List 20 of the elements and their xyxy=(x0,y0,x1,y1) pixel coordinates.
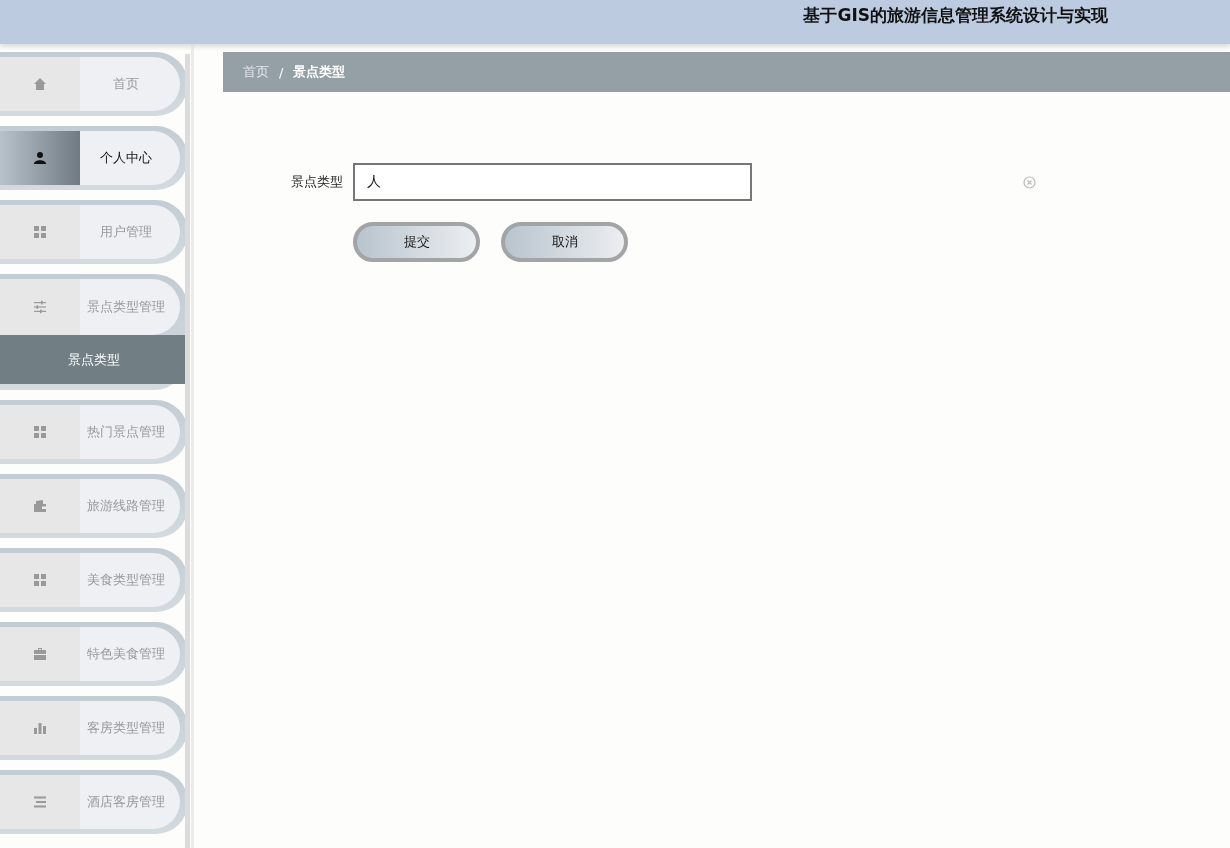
grid-icon xyxy=(33,225,47,239)
wallet-icon xyxy=(33,499,47,513)
breadcrumb-separator: / xyxy=(279,64,284,80)
submenu-item[interactable]: 景点类型 xyxy=(0,335,188,384)
breadcrumb-link[interactable]: 首页 xyxy=(243,63,269,81)
grid-icon xyxy=(33,573,47,587)
home-icon xyxy=(33,77,47,91)
bar-chart-icon xyxy=(33,721,47,735)
grid-icon xyxy=(33,425,47,439)
cancel-button[interactable]: 取消 xyxy=(501,222,628,262)
field-label: 景点类型 xyxy=(290,173,343,191)
sliders-icon xyxy=(33,300,47,314)
briefcase-icon xyxy=(33,647,47,661)
page-title: 基于GIS的旅游信息管理系统设计与实现 xyxy=(803,4,1108,27)
submit-button[interactable]: 提交 xyxy=(353,222,480,262)
input-field[interactable]: 人 xyxy=(353,163,752,201)
clear-icon[interactable] xyxy=(1023,175,1036,189)
breadcrumb-current: 景点类型 xyxy=(293,63,346,81)
list-icon xyxy=(33,795,47,809)
user-icon xyxy=(33,151,47,165)
